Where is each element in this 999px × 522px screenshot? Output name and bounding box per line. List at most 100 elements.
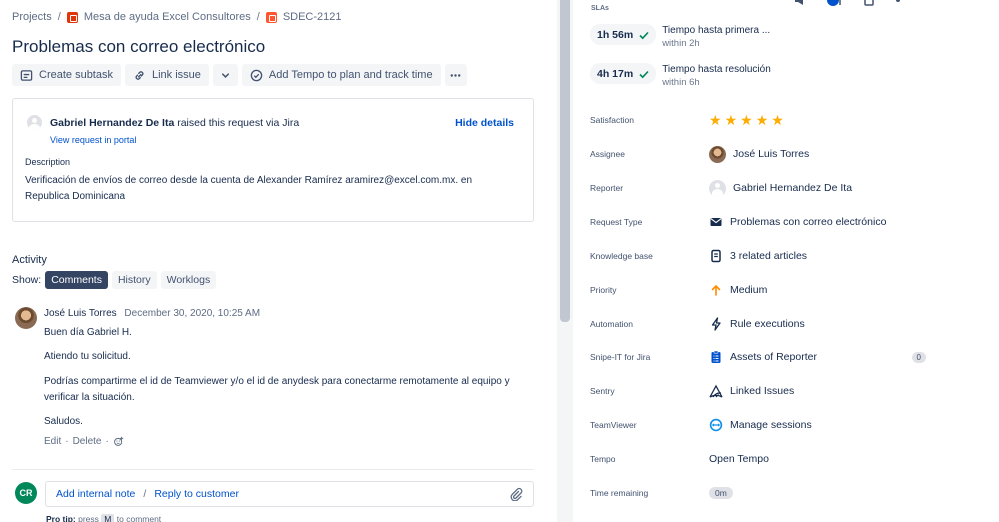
field-assignee: Assignee José Luis Torres [590, 144, 990, 164]
request-type-value[interactable]: Problemas con correo electrónico [709, 215, 886, 229]
field-request-type: Request Type Problemas con correo electr… [590, 215, 887, 229]
tab-history[interactable]: History [111, 271, 157, 289]
field-priority: Priority Medium [590, 283, 768, 297]
teamviewer-value[interactable]: Manage sessions [709, 418, 812, 432]
check-icon [639, 31, 649, 39]
field-knowledge-base: Knowledge base 3 related articles [590, 249, 808, 263]
issue-sidebar: SLAs 1h 56m Tiempo hasta primera ... wit… [573, 0, 999, 522]
breadcrumb-issue-key[interactable]: SDEC-2121 [283, 11, 342, 23]
raised-by-text: Gabriel Hernandez De Ita raised this req… [50, 117, 300, 129]
sla-target: within 6h [662, 77, 700, 88]
pro-tip: Pro tip: press M to comment [46, 514, 162, 522]
field-reporter: Reporter Gabriel Hernandez De Ita [590, 178, 990, 198]
reporter-avatar [27, 115, 42, 130]
comment-editor[interactable]: Add internal note / Reply to customer [45, 481, 534, 507]
watch-icon[interactable] [827, 0, 843, 6]
sentry-icon [709, 384, 723, 398]
project-icon [66, 11, 78, 23]
reply-to-customer-link[interactable]: Reply to customer [154, 488, 239, 500]
hide-details-link[interactable]: Hide details [455, 117, 514, 129]
subtask-icon [20, 69, 33, 81]
field-sentry: Sentry Linked Issues [590, 384, 795, 398]
breadcrumb: Projects / Mesa de ayuda Excel Consultor… [12, 11, 342, 23]
snipeit-value[interactable]: Assets of Reporter [709, 350, 817, 364]
field-snipeit: Snipe-IT for Jira Assets of Reporter 0 [590, 347, 990, 367]
comment-line: Buen día Gabriel H. [44, 327, 132, 338]
assignee-value[interactable]: José Luis Torres [709, 145, 809, 163]
add-reaction-icon[interactable] [113, 436, 124, 447]
more-actions-button[interactable] [444, 64, 467, 86]
star-icon: ★ [740, 112, 753, 128]
time-remaining-value[interactable]: 0m [709, 487, 733, 499]
star-icon: ★ [724, 112, 738, 128]
comment-line: Saludos. [44, 416, 83, 427]
add-internal-note-link[interactable]: Add internal note [56, 488, 135, 500]
megaphone-icon[interactable] [793, 0, 807, 6]
clipboard-list-icon [711, 350, 721, 363]
field-time-remaining: Time remaining 0m [590, 483, 990, 503]
add-tempo-button[interactable]: Add Tempo to plan and track time [241, 64, 441, 86]
field-satisfaction: Satisfaction ★ ★ ★ ★ ★ [590, 112, 784, 128]
sla-item[interactable]: 4h 17m Tiempo hasta resolución within 6h [590, 63, 771, 89]
sentry-value[interactable]: Linked Issues [709, 384, 794, 398]
priority-medium-icon [711, 284, 721, 296]
field-tempo: Tempo Open Tempo [590, 453, 769, 465]
link-icon [135, 70, 144, 80]
lightning-icon [711, 317, 721, 331]
issue-type-icon [265, 11, 277, 23]
sla-name: Tiempo hasta resolución [662, 64, 771, 75]
show-label: Show: [12, 274, 42, 286]
breadcrumb-projects[interactable]: Projects [12, 11, 52, 23]
description-text[interactable]: Verificación de envíos de correo desde l… [25, 173, 515, 205]
more-icon [450, 73, 461, 77]
tab-comments[interactable]: Comments [45, 271, 108, 289]
sla-item[interactable]: 1h 56m Tiempo hasta primera ... within 2… [590, 24, 770, 50]
sla-name: Tiempo hasta primera ... [662, 25, 771, 36]
teamviewer-icon [709, 418, 723, 432]
star-icon: ★ [755, 112, 769, 128]
edit-comment-link[interactable]: Edit [44, 436, 61, 447]
copy-icon[interactable] [863, 0, 875, 6]
share-icon[interactable] [895, 0, 907, 6]
current-user-avatar: CR [15, 482, 37, 504]
field-teamviewer: TeamViewer Manage sessions [590, 418, 812, 432]
comment-author[interactable]: José Luis Torres [44, 308, 117, 319]
activity-heading: Activity [12, 254, 47, 266]
link-issue-dropdown[interactable] [212, 64, 238, 86]
star-icon: ★ [709, 112, 722, 128]
view-portal-link[interactable]: View request in portal [50, 135, 136, 145]
comment-header: José Luis Torres December 30, 2020, 10:2… [44, 308, 260, 319]
open-tempo-button[interactable]: Open Tempo [709, 453, 769, 465]
knowledge-base-value[interactable]: 3 related articles [709, 249, 807, 263]
comment-author-avatar[interactable] [15, 307, 37, 329]
article-icon [711, 249, 721, 263]
attachment-icon[interactable] [509, 487, 523, 501]
automation-value[interactable]: Rule executions [709, 317, 805, 331]
more-icon[interactable] [927, 0, 941, 6]
sidebar-top-actions [793, 0, 941, 6]
request-details-panel: Gabriel Hernandez De Ita raised this req… [12, 98, 534, 222]
satisfaction-rating[interactable]: ★ ★ ★ ★ ★ [709, 113, 784, 127]
scrollbar-thumb[interactable] [560, 0, 570, 322]
issue-main-panel: Projects / Mesa de ayuda Excel Consultor… [0, 0, 557, 522]
breadcrumb-project[interactable]: Mesa de ayuda Excel Consultores [84, 11, 251, 23]
star-icon: ★ [771, 112, 784, 128]
sla-target: within 2h [662, 38, 700, 49]
divider [12, 469, 534, 470]
check-icon [639, 70, 649, 78]
check-circle-icon [250, 69, 263, 81]
envelope-icon [710, 218, 722, 226]
comment-date[interactable]: December 30, 2020, 10:25 AM [124, 308, 260, 319]
delete-comment-link[interactable]: Delete [73, 436, 102, 447]
field-automation: Automation Rule executions [590, 317, 805, 331]
assignee-avatar [709, 145, 726, 163]
priority-value[interactable]: Medium [709, 283, 767, 297]
reporter-value[interactable]: Gabriel Hernandez De Ita [709, 179, 852, 197]
chevron-down-icon [221, 72, 229, 78]
link-issue-button[interactable]: Link issue [124, 64, 209, 86]
reporter-avatar [709, 179, 726, 197]
create-subtask-button[interactable]: Create subtask [12, 64, 121, 86]
tab-worklogs[interactable]: Worklogs [160, 271, 217, 289]
issue-title[interactable]: Problemas con correo electrónico [12, 37, 265, 57]
activity-filter: Show: Comments History Worklogs [12, 271, 217, 289]
